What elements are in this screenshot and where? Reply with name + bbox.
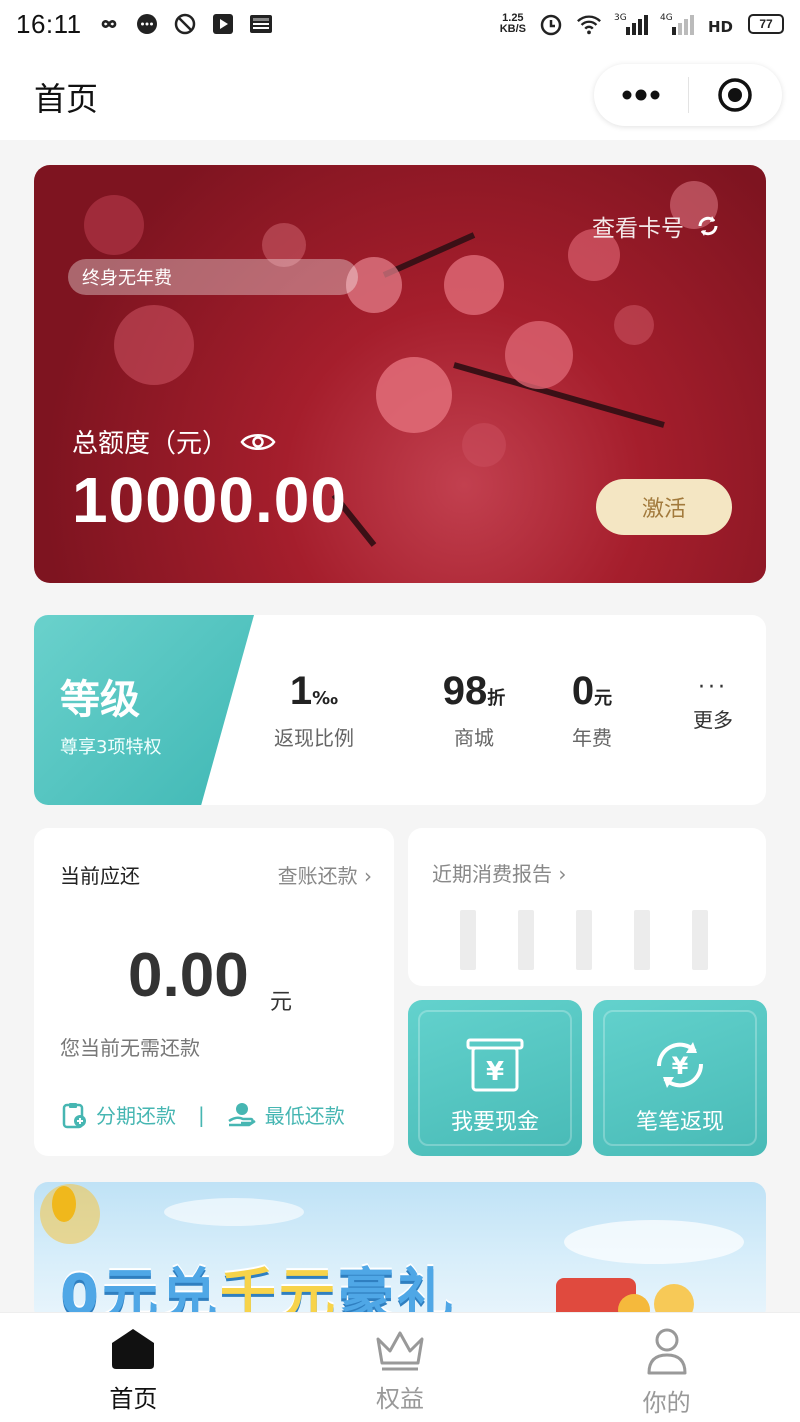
installment-icon bbox=[62, 1102, 86, 1128]
page-title: 首页 bbox=[34, 80, 99, 118]
repayment-note: 您当前无需还款 bbox=[60, 1036, 200, 1060]
total-limit-label: 总额度（元） bbox=[72, 423, 276, 460]
actions-divider: | bbox=[198, 1102, 205, 1127]
tab-benefits[interactable]: 权益 bbox=[267, 1313, 534, 1422]
svg-text:¥: ¥ bbox=[672, 1052, 689, 1080]
check-bill-link[interactable]: 查账还款 › bbox=[278, 860, 372, 889]
more-dots: ··· bbox=[698, 675, 728, 700]
more-dots-icon bbox=[622, 89, 660, 101]
wifi-icon bbox=[576, 11, 602, 37]
repayment-actions: 分期还款 | 最低还款 bbox=[60, 1100, 345, 1129]
total-limit-value: 10000.00 bbox=[72, 464, 347, 536]
promo-banner[interactable]: 0元兑千元豪礼 bbox=[34, 1182, 766, 1322]
more-privileges-button[interactable]: ··· 更多 bbox=[678, 675, 748, 733]
repayment-title: 当前应还 bbox=[60, 864, 140, 888]
hand-coin-icon bbox=[228, 1102, 256, 1126]
installment-button[interactable]: 分期还款 bbox=[60, 1100, 176, 1129]
cashback-tile[interactable]: ¥ 笔笔返现 bbox=[593, 1000, 767, 1156]
news-icon bbox=[248, 11, 274, 37]
svg-text:4G: 4G bbox=[660, 13, 673, 23]
level-subtitle: 尊享3项特权 bbox=[60, 737, 162, 758]
more-button[interactable] bbox=[594, 64, 688, 126]
placeholder-bar bbox=[576, 910, 592, 970]
placeholder-bar bbox=[692, 910, 708, 970]
report-placeholder-bars bbox=[460, 910, 708, 970]
bottom-tab-bar: 首页 权益 你的 bbox=[0, 1312, 800, 1422]
signal-4g-icon: 4G bbox=[660, 11, 694, 37]
signal-3g-icon: 3G bbox=[614, 11, 648, 37]
credit-card: 查看卡号 终身无年费 总额度（元） 10000.00 激活 bbox=[34, 165, 766, 583]
home-icon bbox=[112, 1329, 155, 1369]
battery-indicator: 77 bbox=[748, 14, 784, 34]
cashback-yuan-icon: ¥ bbox=[656, 1042, 704, 1088]
status-time: 16:11 bbox=[16, 8, 82, 39]
eye-icon[interactable] bbox=[240, 430, 276, 454]
consumption-report-title: 近期消费报告 › bbox=[432, 862, 567, 886]
tab-mine-label: 你的 bbox=[642, 1389, 691, 1417]
stat-annual-fee[interactable]: 0元 年费 bbox=[532, 669, 652, 751]
placeholder-bar bbox=[518, 910, 534, 970]
minimum-payment-button[interactable]: 最低还款 bbox=[227, 1100, 345, 1129]
view-card-number-label: 查看卡号 bbox=[592, 216, 684, 242]
get-cash-label: 我要现金 bbox=[450, 1110, 539, 1135]
play-icon bbox=[210, 11, 236, 37]
stat-cashback-ratio[interactable]: 1‰ 返现比例 bbox=[254, 669, 374, 751]
svg-text:HD: HD bbox=[708, 18, 733, 36]
annual-fee-tag: 终身无年费 bbox=[68, 259, 358, 295]
svg-text:¥: ¥ bbox=[486, 1057, 504, 1087]
block-icon bbox=[172, 11, 198, 37]
cashback-label: 笔笔返现 bbox=[635, 1110, 724, 1135]
status-bar: 16:11 1.25 KB/S 3G 4G HD 77 bbox=[0, 0, 800, 48]
repayment-card: 当前应还 查账还款 › 0.00 元 您当前无需还款 分期还款 | 最低还款 bbox=[34, 828, 394, 1156]
consumption-report-card[interactable]: 近期消费报告 › bbox=[408, 828, 766, 986]
status-left-icons bbox=[96, 11, 274, 37]
refresh-icon bbox=[698, 216, 718, 236]
tab-mine[interactable]: 你的 bbox=[533, 1313, 800, 1422]
level-card: 等级 尊享3项特权 1‰ 返现比例 98折 商城 0元 年费 ··· 更多 bbox=[34, 615, 766, 805]
hd-call-icon: HD bbox=[706, 11, 736, 37]
more-label: 更多 bbox=[693, 708, 733, 732]
repayment-amount: 0.00 bbox=[128, 941, 249, 1010]
cash-yuan-icon: ¥ bbox=[466, 1038, 524, 1092]
view-card-number-button[interactable]: 查看卡号 bbox=[592, 209, 722, 243]
activate-button[interactable]: 激活 bbox=[596, 479, 732, 535]
net-speed: 1.25 KB/S bbox=[499, 12, 526, 35]
level-badge[interactable]: 等级 尊享3项特权 bbox=[34, 615, 254, 805]
target-circle-icon bbox=[718, 78, 752, 112]
crown-icon bbox=[376, 1331, 424, 1371]
chat-bubble-icon bbox=[134, 11, 160, 37]
person-icon bbox=[647, 1328, 687, 1375]
placeholder-bar bbox=[460, 910, 476, 970]
get-cash-tile[interactable]: ¥ 我要现金 bbox=[408, 1000, 582, 1156]
repayment-unit: 元 bbox=[270, 990, 293, 1015]
tab-benefits-label: 权益 bbox=[376, 1385, 424, 1413]
alarm-icon bbox=[538, 11, 564, 37]
tab-home-label: 首页 bbox=[109, 1385, 158, 1413]
status-right-icons: 1.25 KB/S 3G 4G HD 77 bbox=[500, 11, 784, 37]
tab-home[interactable]: 首页 bbox=[0, 1313, 267, 1422]
placeholder-bar bbox=[634, 910, 650, 970]
svg-text:3G: 3G bbox=[614, 13, 627, 23]
level-title: 等级 bbox=[60, 677, 140, 723]
miniprogram-capsule bbox=[594, 64, 782, 126]
infinity-icon bbox=[96, 11, 122, 37]
stat-mall-discount[interactable]: 98折 商城 bbox=[414, 669, 534, 751]
close-button[interactable] bbox=[689, 64, 783, 126]
